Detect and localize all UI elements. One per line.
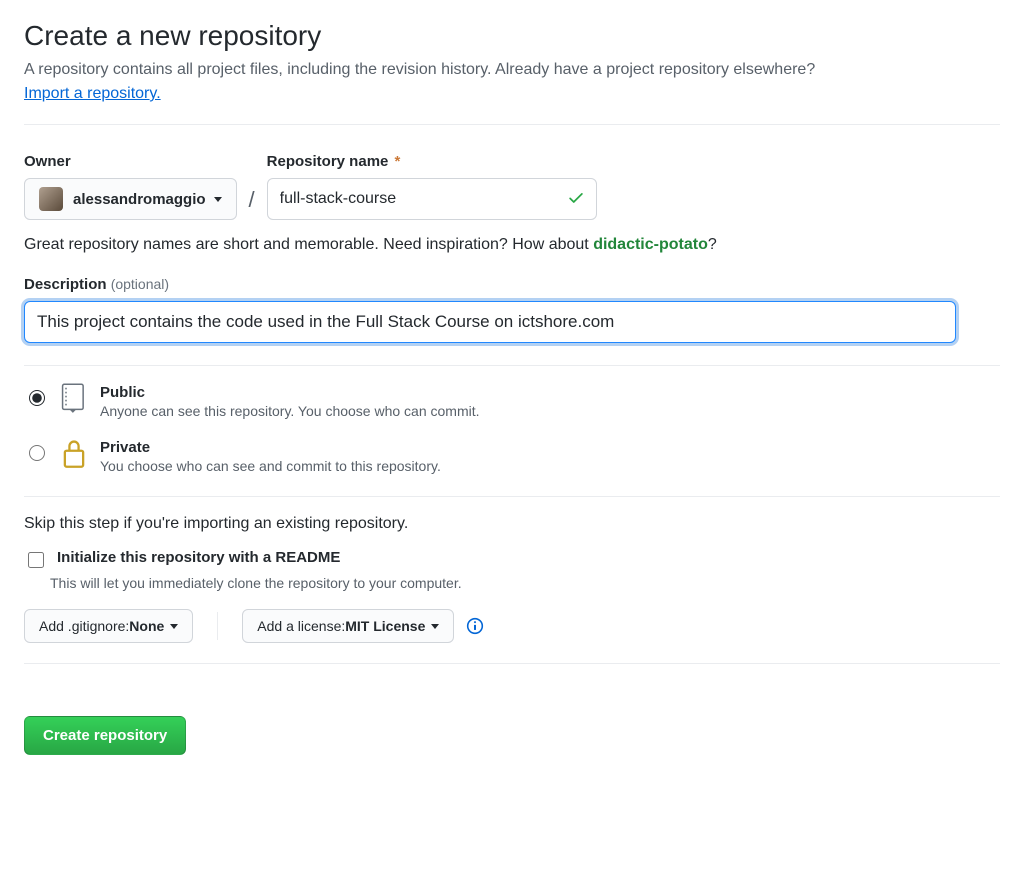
slash-separator: /	[237, 187, 267, 213]
gitignore-prefix: Add .gitignore:	[39, 618, 129, 634]
initialize-readme-sub: This will let you immediately clone the …	[50, 575, 1000, 591]
owner-dropdown[interactable]: alessandromaggio	[24, 178, 237, 220]
gitignore-dropdown[interactable]: Add .gitignore: None	[24, 609, 193, 643]
gitignore-value: None	[129, 618, 164, 634]
create-repository-button[interactable]: Create repository	[24, 716, 186, 755]
divider	[24, 365, 1000, 366]
required-star-icon: *	[395, 153, 401, 170]
repo-name-label: Repository name *	[267, 153, 597, 170]
divider	[24, 663, 1000, 664]
private-title: Private	[100, 439, 150, 456]
divider	[24, 124, 1000, 125]
repo-name-input[interactable]	[267, 178, 597, 220]
initialize-readme-label: Initialize this repository with a README	[57, 549, 340, 566]
chevron-down-icon	[170, 624, 178, 629]
divider	[24, 496, 1000, 497]
page-subtitle: A repository contains all project files,…	[24, 58, 1000, 106]
public-subtitle: Anyone can see this repository. You choo…	[100, 403, 480, 419]
optional-text: (optional)	[111, 276, 169, 292]
skip-import-note: Skip this step if you're importing an ex…	[24, 515, 1000, 533]
owner-label: Owner	[24, 153, 237, 170]
description-label-text: Description	[24, 276, 107, 293]
name-suggestion[interactable]: didactic-potato	[593, 236, 708, 253]
page-title: Create a new repository	[24, 20, 1000, 52]
private-subtitle: You choose who can see and commit to thi…	[100, 458, 441, 474]
visibility-public-radio[interactable]	[29, 390, 45, 406]
license-prefix: Add a license:	[257, 618, 345, 634]
chevron-down-icon	[214, 197, 222, 202]
license-value: MIT License	[345, 618, 425, 634]
public-title: Public	[100, 384, 145, 401]
repo-public-icon	[58, 382, 90, 414]
name-hint: Great repository names are short and mem…	[24, 236, 1000, 254]
repo-name-label-text: Repository name	[267, 153, 389, 170]
license-dropdown[interactable]: Add a license: MIT License	[242, 609, 454, 643]
lock-icon	[58, 437, 90, 469]
initialize-readme-checkbox[interactable]	[28, 552, 44, 568]
subtitle-text: A repository contains all project files,…	[24, 61, 815, 78]
hint-prefix: Great repository names are short and mem…	[24, 236, 593, 253]
divider	[217, 612, 218, 640]
info-icon[interactable]	[466, 617, 484, 635]
chevron-down-icon	[431, 624, 439, 629]
hint-suffix: ?	[708, 236, 717, 253]
description-input[interactable]	[24, 301, 956, 343]
import-repository-link[interactable]: Import a repository.	[24, 85, 161, 102]
owner-username: alessandromaggio	[73, 191, 206, 208]
avatar	[39, 187, 63, 211]
description-label: Description (optional)	[24, 276, 1000, 293]
visibility-private-radio[interactable]	[29, 445, 45, 461]
check-icon	[567, 189, 585, 210]
